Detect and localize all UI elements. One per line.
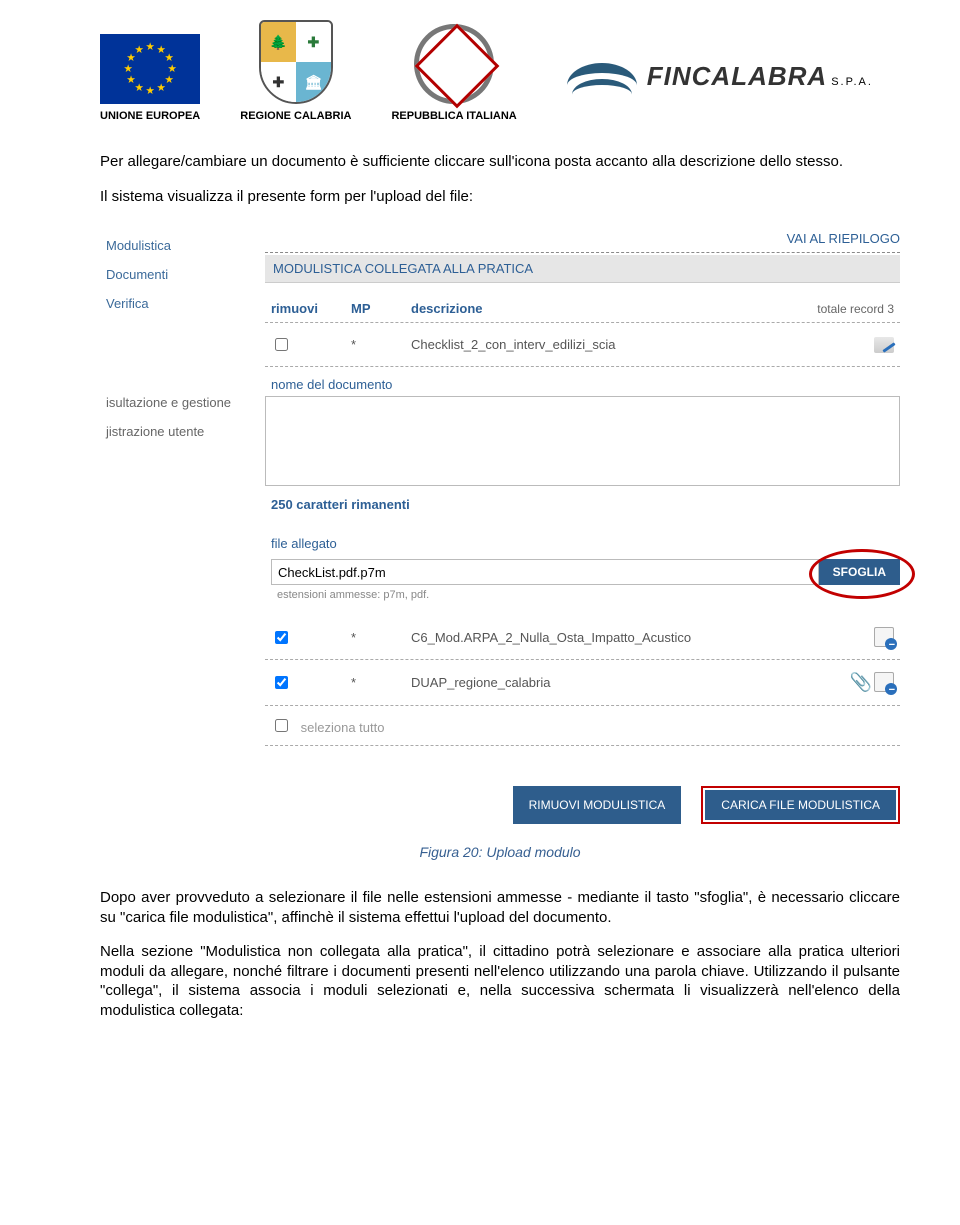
sidebar: Modulistica Documenti Verifica isultazio…: [100, 231, 265, 824]
eu-label: UNIONE EUROPEA: [100, 110, 200, 122]
fincalabra-spa: S.P.A.: [831, 76, 873, 88]
row-checkbox[interactable]: [275, 338, 288, 351]
char-count: 250 caratteri rimanenti: [265, 489, 900, 512]
sidebar-item-modulistica[interactable]: Modulistica: [100, 231, 265, 260]
select-all[interactable]: seleziona tutto: [265, 706, 900, 746]
row-mp: *: [351, 337, 411, 352]
table-row: * DUAP_regione_calabria 📎: [265, 660, 900, 706]
panel-title: MODULISTICA COLLEGATA ALLA PRATICA: [265, 255, 900, 283]
ext-note: estensioni ammesse: p7m, pdf.: [271, 585, 900, 601]
logo-eu: ★ ★ ★ ★ ★ ★ ★ ★ ★ ★ ★ ★ UNIONE EUROPEA: [100, 34, 200, 122]
select-all-checkbox[interactable]: [275, 719, 288, 732]
rimuovi-modulistica-button[interactable]: RIMUOVI MODULISTICA: [513, 786, 682, 824]
sidebar-item-verifica[interactable]: Verifica: [100, 289, 265, 318]
col-total: totale record 3: [817, 302, 894, 316]
col-desc: descrizione: [411, 301, 817, 316]
intro-para-1: Per allegare/cambiare un documento è suf…: [100, 152, 900, 172]
col-rimuovi: rimuovi: [271, 301, 351, 316]
row-desc: C6_Mod.ARPA_2_Nulla_Osta_Impatto_Acustic…: [411, 630, 866, 645]
nome-doc-label: nome del documento: [265, 367, 900, 396]
italy-emblem-icon: [414, 24, 494, 104]
file-label: file allegato: [271, 526, 900, 555]
col-mp: MP: [351, 301, 411, 316]
logo-calabria: 🌲 ✚ ✚ 🏛 REGIONE CALABRIA: [240, 20, 351, 122]
app-screenshot: Modulistica Documenti Verifica isultazio…: [100, 231, 900, 824]
header-logos: ★ ★ ★ ★ ★ ★ ★ ★ ★ ★ ★ ★ UNIONE EUROPEA: [100, 20, 900, 122]
edit-icon[interactable]: [874, 337, 894, 353]
highlight-rect-icon: CARICA FILE MODULISTICA: [701, 786, 900, 824]
paperclip-icon[interactable]: 📎: [850, 672, 872, 693]
logo-italia: REPUBBLICA ITALIANA: [391, 24, 516, 122]
row-mp: *: [351, 675, 411, 690]
italia-label: REPUBBLICA ITALIANA: [391, 110, 516, 122]
row-desc: DUAP_regione_calabria: [411, 675, 844, 690]
select-all-label: seleziona tutto: [301, 720, 385, 735]
file-input[interactable]: [271, 559, 819, 585]
table-row: * Checklist_2_con_interv_edilizi_scia: [265, 323, 900, 367]
table-row: * C6_Mod.ARPA_2_Nulla_Osta_Impatto_Acust…: [265, 615, 900, 660]
sfoglia-button[interactable]: SFOGLIA: [819, 559, 900, 585]
table-header-row: rimuovi MP descrizione totale record 3: [265, 283, 900, 323]
doc-remove-icon[interactable]: [874, 672, 894, 692]
sidebar-item-consult[interactable]: isultazione e gestione: [100, 388, 265, 417]
row-mp: *: [351, 630, 411, 645]
carica-file-button[interactable]: CARICA FILE MODULISTICA: [705, 790, 896, 820]
sidebar-item-documenti[interactable]: Documenti: [100, 260, 265, 289]
calabria-label: REGIONE CALABRIA: [240, 110, 351, 122]
row-desc: Checklist_2_con_interv_edilizi_scia: [411, 337, 866, 352]
fincalabra-swoosh-icon: [567, 49, 637, 104]
riepilogo-link[interactable]: VAI AL RIEPILOGO: [265, 231, 900, 253]
figure-caption: Figura 20: Upload modulo: [100, 844, 900, 860]
logo-fincalabra: FINCALABRA S.P.A.: [567, 49, 873, 104]
intro-para-2: Il sistema visualizza il presente form p…: [100, 187, 900, 207]
sidebar-item-registr[interactable]: jistrazione utente: [100, 417, 265, 446]
bottom-buttons: RIMUOVI MODULISTICA CARICA FILE MODULIST…: [265, 786, 900, 824]
calabria-shield-icon: 🌲 ✚ ✚ 🏛: [259, 20, 333, 104]
main-area: VAI AL RIEPILOGO MODULISTICA COLLEGATA A…: [265, 231, 900, 824]
para-after-2: Nella sezione "Modulistica non collegata…: [100, 942, 900, 1020]
eu-flag-icon: ★ ★ ★ ★ ★ ★ ★ ★ ★ ★ ★ ★: [100, 34, 200, 104]
fincalabra-name: FINCALABRA: [647, 61, 827, 91]
para-after-1: Dopo aver provveduto a selezionare il fi…: [100, 888, 900, 927]
doc-remove-icon[interactable]: [874, 627, 894, 647]
nome-doc-textarea[interactable]: [265, 396, 900, 486]
row-checkbox[interactable]: [275, 676, 288, 689]
row-checkbox[interactable]: [275, 631, 288, 644]
